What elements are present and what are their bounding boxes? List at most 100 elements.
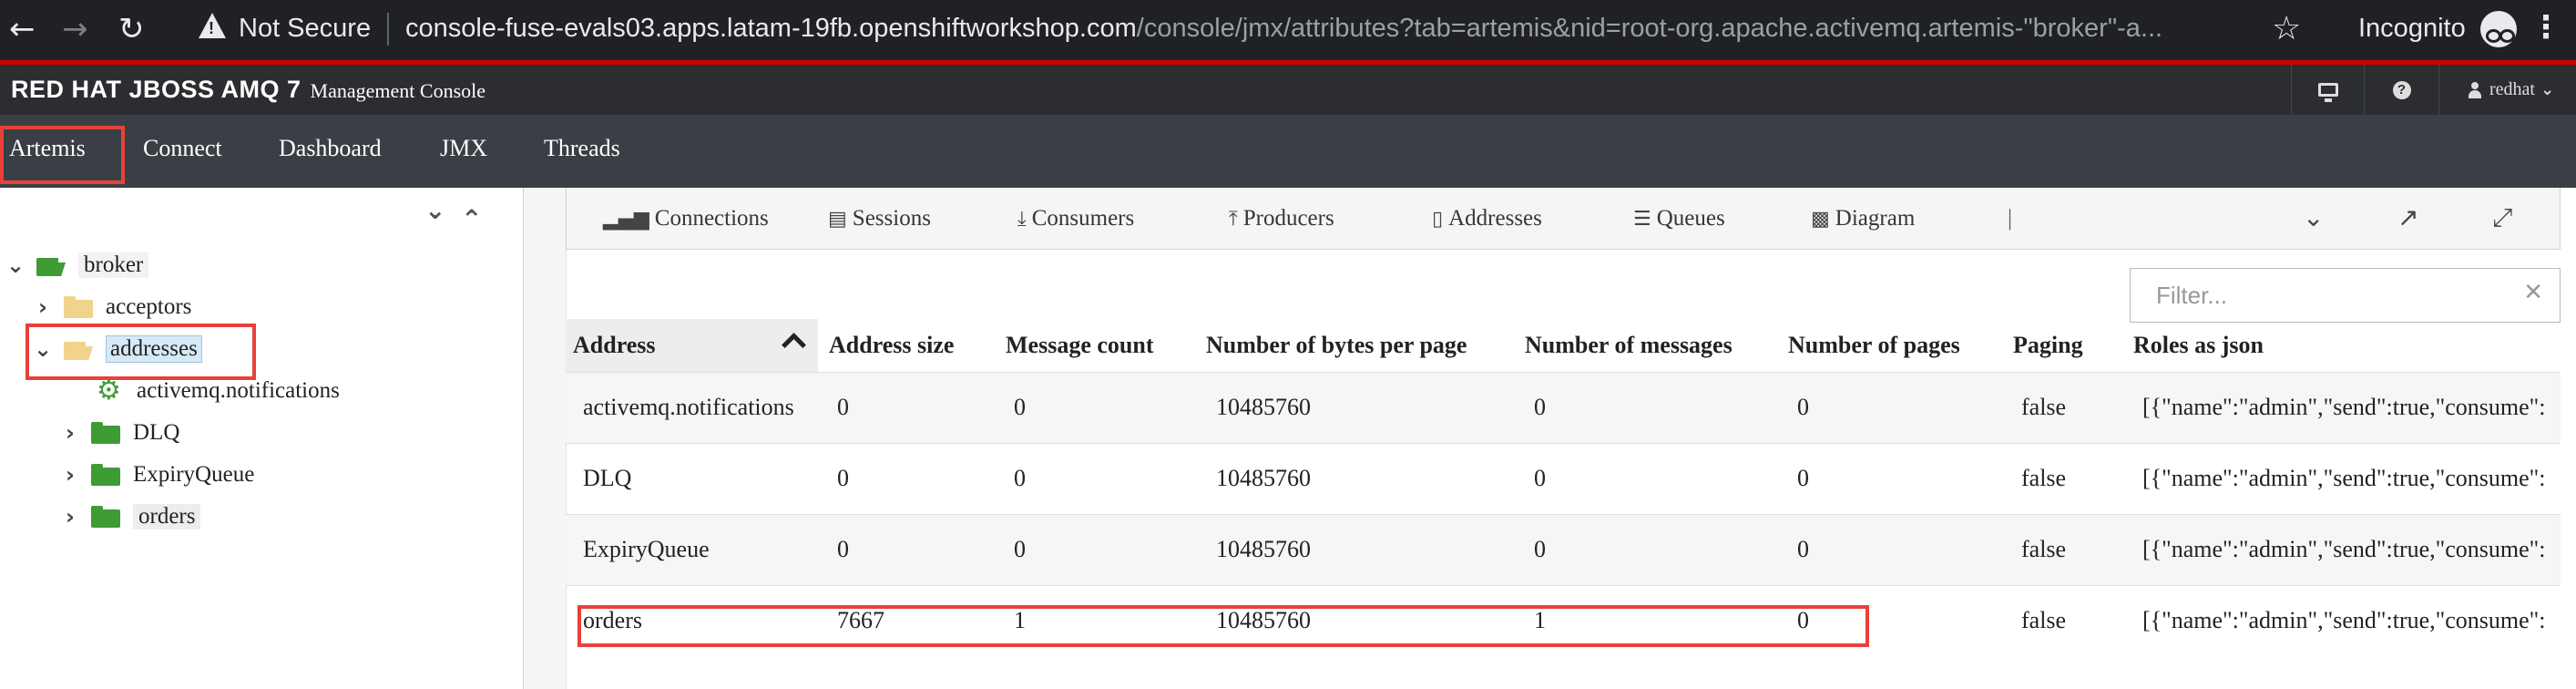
nav-item-dashboard[interactable]: Dashboard bbox=[279, 135, 382, 162]
cell-roles-json: [{"name":"admin","send":true,"consume": bbox=[2142, 394, 2546, 420]
cell-number-of-messages: 0 bbox=[1534, 394, 1546, 420]
tree-label: activemq.notifications bbox=[137, 378, 340, 403]
cell-roles-json: [{"name":"admin","send":true,"consume": bbox=[2142, 607, 2546, 633]
table-row[interactable]: DLQ 0 0 10485760 0 0 false [{"name":"adm… bbox=[566, 443, 2561, 514]
browser-toolbar: ← → ↻ Not Secure console-fuse-evals03.ap… bbox=[0, 0, 2576, 60]
tree-node-expiryqueue[interactable]: › ExpiryQueue bbox=[58, 457, 254, 493]
brand: RED HAT JBOSS AMQ 7 Management Console bbox=[11, 76, 486, 104]
list-icon: ☰ bbox=[1633, 208, 1651, 231]
more-menu-icon[interactable]: ⋮ bbox=[2530, 9, 2561, 46]
cell-number-of-pages: 0 bbox=[1797, 536, 1809, 562]
primary-nav: Artemis Connect Dashboard JMX Threads bbox=[0, 115, 2576, 188]
cell-message-count: 0 bbox=[1014, 394, 1026, 420]
back-arrow-icon[interactable]: ← bbox=[9, 13, 36, 46]
toolbar-separator: | bbox=[2008, 206, 2013, 231]
column-header-paging[interactable]: Paging bbox=[2013, 319, 2083, 372]
column-header-message-count[interactable]: Message count bbox=[1006, 319, 1153, 372]
cell-address: DLQ bbox=[583, 465, 632, 491]
cell-paging: false bbox=[2021, 607, 2067, 633]
collapse-all-icon[interactable]: ⌄ bbox=[424, 195, 445, 225]
clear-icon[interactable]: ✕ bbox=[2523, 279, 2543, 306]
book-icon: ▯ bbox=[1432, 208, 1444, 231]
chevron-down-icon[interactable]: ⌄ bbox=[4, 252, 27, 278]
column-header-address[interactable]: Address bbox=[566, 319, 818, 372]
incognito-icon[interactable] bbox=[2480, 11, 2517, 47]
tab-diagram[interactable]: ▩ Diagram bbox=[1811, 206, 1915, 231]
jmx-tree: ⌄ ⌃ ⌄ broker › acceptors ⌄ addresses ⚙ a… bbox=[0, 188, 523, 689]
tab-connections[interactable]: ▂▄▆ Connections bbox=[603, 206, 769, 231]
content-gutter bbox=[524, 188, 567, 689]
cell-paging: false bbox=[2021, 394, 2067, 420]
bookmark-star-icon[interactable]: ☆ bbox=[2272, 9, 2301, 47]
folder-icon bbox=[91, 464, 120, 486]
user-icon bbox=[2469, 81, 2481, 98]
share-icon[interactable]: ↗ bbox=[2397, 202, 2418, 232]
column-header-number-of-pages[interactable]: Number of pages bbox=[1788, 319, 1960, 372]
folder-icon bbox=[64, 296, 93, 318]
not-secure-label[interactable]: Not Secure bbox=[239, 14, 371, 44]
cell-address-size: 0 bbox=[837, 536, 849, 562]
folder-open-icon bbox=[36, 254, 66, 276]
highlight-box-artemis bbox=[0, 126, 125, 184]
filter-input[interactable] bbox=[2131, 269, 2513, 322]
tab-consumers[interactable]: ⤓ Consumers bbox=[1017, 206, 1134, 231]
chevron-down-icon[interactable]: ⌄ bbox=[2303, 202, 2324, 232]
user-menu[interactable]: redhat ⌄ bbox=[2438, 65, 2576, 115]
address-bar[interactable]: console-fuse-evals03.apps.latam-19fb.ope… bbox=[405, 14, 2250, 44]
monitor-icon[interactable] bbox=[2291, 65, 2364, 115]
help-icon[interactable]: ? bbox=[2364, 65, 2438, 115]
forward-arrow-icon[interactable]: → bbox=[62, 13, 88, 46]
cell-address: ExpiryQueue bbox=[583, 536, 710, 562]
nav-item-connect[interactable]: Connect bbox=[143, 135, 222, 162]
tree-label: ExpiryQueue bbox=[133, 462, 255, 487]
tree-label: broker bbox=[78, 252, 149, 278]
column-header-number-of-messages[interactable]: Number of messages bbox=[1525, 319, 1733, 372]
reload-icon[interactable]: ↻ bbox=[118, 13, 145, 46]
cell-address: activemq.notifications bbox=[583, 394, 794, 420]
cell-number-of-messages: 0 bbox=[1534, 536, 1546, 562]
column-header-roles-as-json[interactable]: Roles as json bbox=[2133, 319, 2264, 372]
tab-producers[interactable]: ⤒ Producers bbox=[1229, 206, 1334, 231]
tab-sessions[interactable]: ▤ Sessions bbox=[828, 206, 931, 231]
tab-label: Addresses bbox=[1448, 206, 1542, 231]
chevron-right-icon[interactable]: › bbox=[58, 420, 82, 446]
table-row[interactable]: ExpiryQueue 0 0 10485760 0 0 false [{"na… bbox=[566, 514, 2561, 585]
brand-subtitle: Management Console bbox=[310, 79, 486, 102]
cell-paging: false bbox=[2021, 465, 2067, 491]
chevron-down-icon: ⌄ bbox=[2540, 80, 2555, 99]
column-header-address-size[interactable]: Address size bbox=[829, 319, 954, 372]
expand-all-icon[interactable]: ⌃ bbox=[461, 204, 482, 234]
highlight-box-orders-row bbox=[578, 605, 1869, 647]
table-row[interactable]: activemq.notifications 0 0 10485760 0 0 … bbox=[566, 372, 2561, 443]
url-path: /console/jmx/attributes?tab=artemis&nid=… bbox=[1136, 14, 2163, 43]
bar-chart-icon: ▂▄▆ bbox=[603, 208, 649, 231]
tab-label: Queues bbox=[1656, 206, 1725, 231]
expand-icon[interactable]: ⤢ bbox=[2492, 202, 2512, 233]
column-header-bytes-per-page[interactable]: Number of bytes per page bbox=[1206, 319, 1467, 372]
cell-address-size: 0 bbox=[837, 465, 849, 491]
image-icon: ▩ bbox=[1811, 208, 1830, 231]
tab-label: Sessions bbox=[852, 206, 931, 231]
nav-item-jmx[interactable]: JMX bbox=[440, 135, 487, 162]
cell-bytes-per-page: 10485760 bbox=[1216, 394, 1311, 420]
server-icon: ▤ bbox=[828, 208, 847, 231]
cell-roles-json: [{"name":"admin","send":true,"consume": bbox=[2142, 536, 2546, 562]
tree-node-orders[interactable]: › orders bbox=[58, 499, 201, 535]
tree-node-acceptors[interactable]: › acceptors bbox=[31, 289, 191, 325]
chevron-right-icon[interactable]: › bbox=[58, 504, 82, 530]
tree-node-broker[interactable]: ⌄ broker bbox=[4, 247, 149, 283]
folder-icon bbox=[91, 506, 120, 528]
tree-label: orders bbox=[133, 504, 201, 530]
tree-node-dlq[interactable]: › DLQ bbox=[58, 415, 179, 451]
chevron-right-icon[interactable]: › bbox=[58, 462, 82, 488]
url-divider bbox=[387, 13, 389, 46]
chevron-right-icon[interactable]: › bbox=[31, 294, 55, 320]
cell-message-count: 0 bbox=[1014, 465, 1026, 491]
brand-logo: RED HAT JBOSS AMQ 7 bbox=[11, 76, 302, 103]
cell-paging: false bbox=[2021, 536, 2067, 562]
tab-label: Producers bbox=[1242, 206, 1334, 231]
warning-icon[interactable] bbox=[199, 13, 226, 38]
tab-queues[interactable]: ☰ Queues bbox=[1633, 206, 1725, 231]
tab-addresses[interactable]: ▯ Addresses bbox=[1432, 206, 1542, 231]
nav-item-threads[interactable]: Threads bbox=[544, 135, 620, 162]
